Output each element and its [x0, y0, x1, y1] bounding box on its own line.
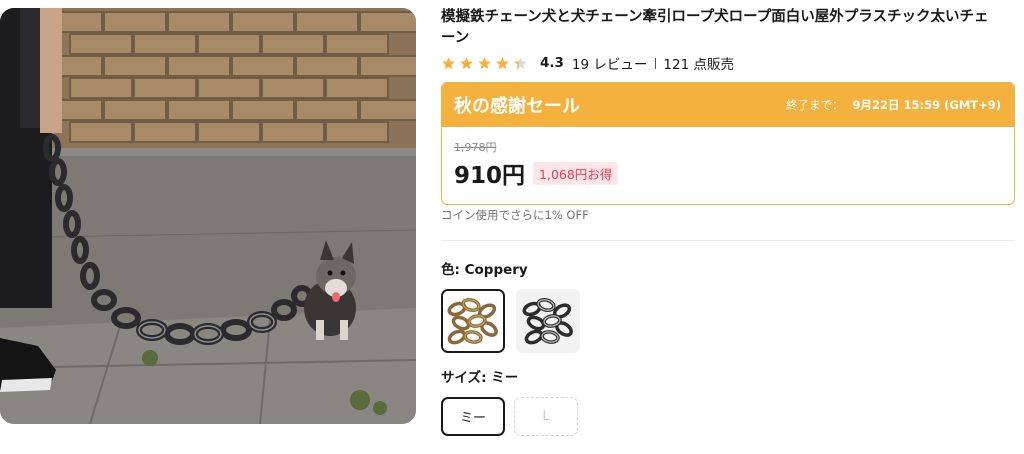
size-option-mi[interactable]: ミー — [441, 397, 505, 436]
color-option-label: 色: Coppery — [441, 258, 528, 278]
rating-stars — [441, 56, 531, 71]
star-full-icon — [442, 56, 455, 69]
discount-badge: 1,068円お得 — [533, 161, 619, 185]
review-count-link[interactable]: 19 レビュー — [572, 53, 647, 73]
size-option-l[interactable]: L — [514, 397, 578, 436]
original-price: 1,978円 — [454, 141, 497, 154]
divider — [655, 57, 657, 69]
silver-chain-thumbnail — [516, 289, 580, 353]
star-full-icon — [460, 56, 473, 69]
sale-end-label: 終了まで： — [786, 98, 844, 112]
product-title: 模擬鉄チェーン犬と犬チェーン牽引ロープ犬ロープ面白い屋外プラスチック太いチェーン — [441, 9, 989, 46]
sale-name: 秋の感謝セール — [454, 96, 580, 117]
coppery-chain-thumbnail — [443, 291, 503, 351]
sold-count: 121 点販売 — [663, 57, 734, 73]
color-swatch-silver[interactable] — [516, 289, 580, 353]
star-full-icon — [478, 56, 491, 69]
sale-end-time: 9月22日 15:59 (GMT+9) — [852, 98, 1002, 112]
price-block: 1,978円 910円 1,068円お得 — [442, 127, 1014, 190]
product-image[interactable] — [0, 8, 416, 424]
sale-countdown: 終了まで： 9月22日 15:59 (GMT+9) — [786, 97, 1001, 113]
star-full-icon — [496, 56, 509, 69]
size-selected-value: ミー — [491, 370, 519, 386]
current-price: 910円 — [454, 163, 526, 189]
rating-row[interactable]: 4.3 19 レビュー 121 点販売 — [441, 53, 734, 73]
color-label: 色: — [441, 262, 465, 278]
star-partial-icon — [514, 56, 527, 69]
sale-box: 秋の感謝セール 終了まで： 9月22日 15:59 (GMT+9) 1,978円… — [441, 82, 1015, 205]
coin-discount-note: コイン使用でさらに1% OFF — [441, 208, 589, 222]
color-swatch-coppery[interactable] — [441, 289, 505, 353]
section-divider — [441, 240, 1015, 241]
color-selected-value: Coppery — [464, 262, 528, 278]
rating-value: 4.3 — [540, 55, 564, 71]
size-label: サイズ: — [441, 370, 492, 386]
price-row: 910円 1,068円お得 — [454, 156, 1002, 190]
size-option-label: サイズ: ミー — [441, 366, 518, 386]
sale-banner: 秋の感謝セール 終了まで： 9月22日 15:59 (GMT+9) — [442, 83, 1014, 127]
